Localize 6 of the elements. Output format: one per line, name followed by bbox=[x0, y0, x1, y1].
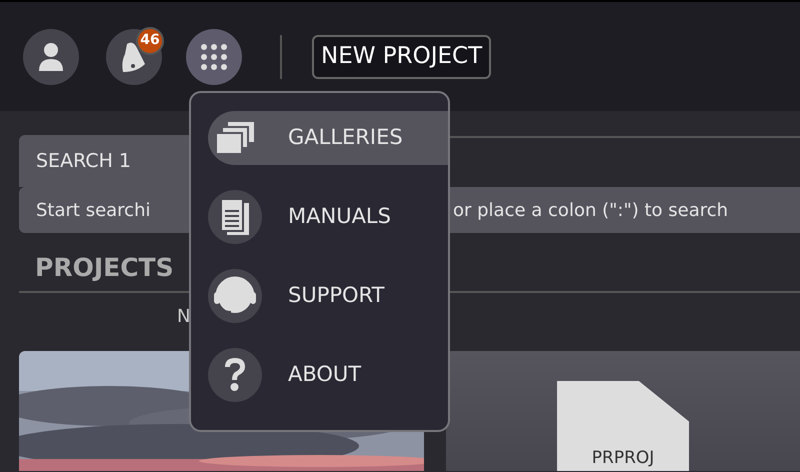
placeholder-text: or place a colon (":") to search bbox=[453, 198, 728, 222]
placeholder-text: Start searchi bbox=[36, 200, 150, 220]
notification-badge: 46 bbox=[136, 26, 164, 54]
file-type-label: PRPROJ bbox=[592, 450, 654, 467]
projects-heading: PROJECTS bbox=[34, 252, 175, 281]
column-header: N bbox=[177, 305, 192, 327]
